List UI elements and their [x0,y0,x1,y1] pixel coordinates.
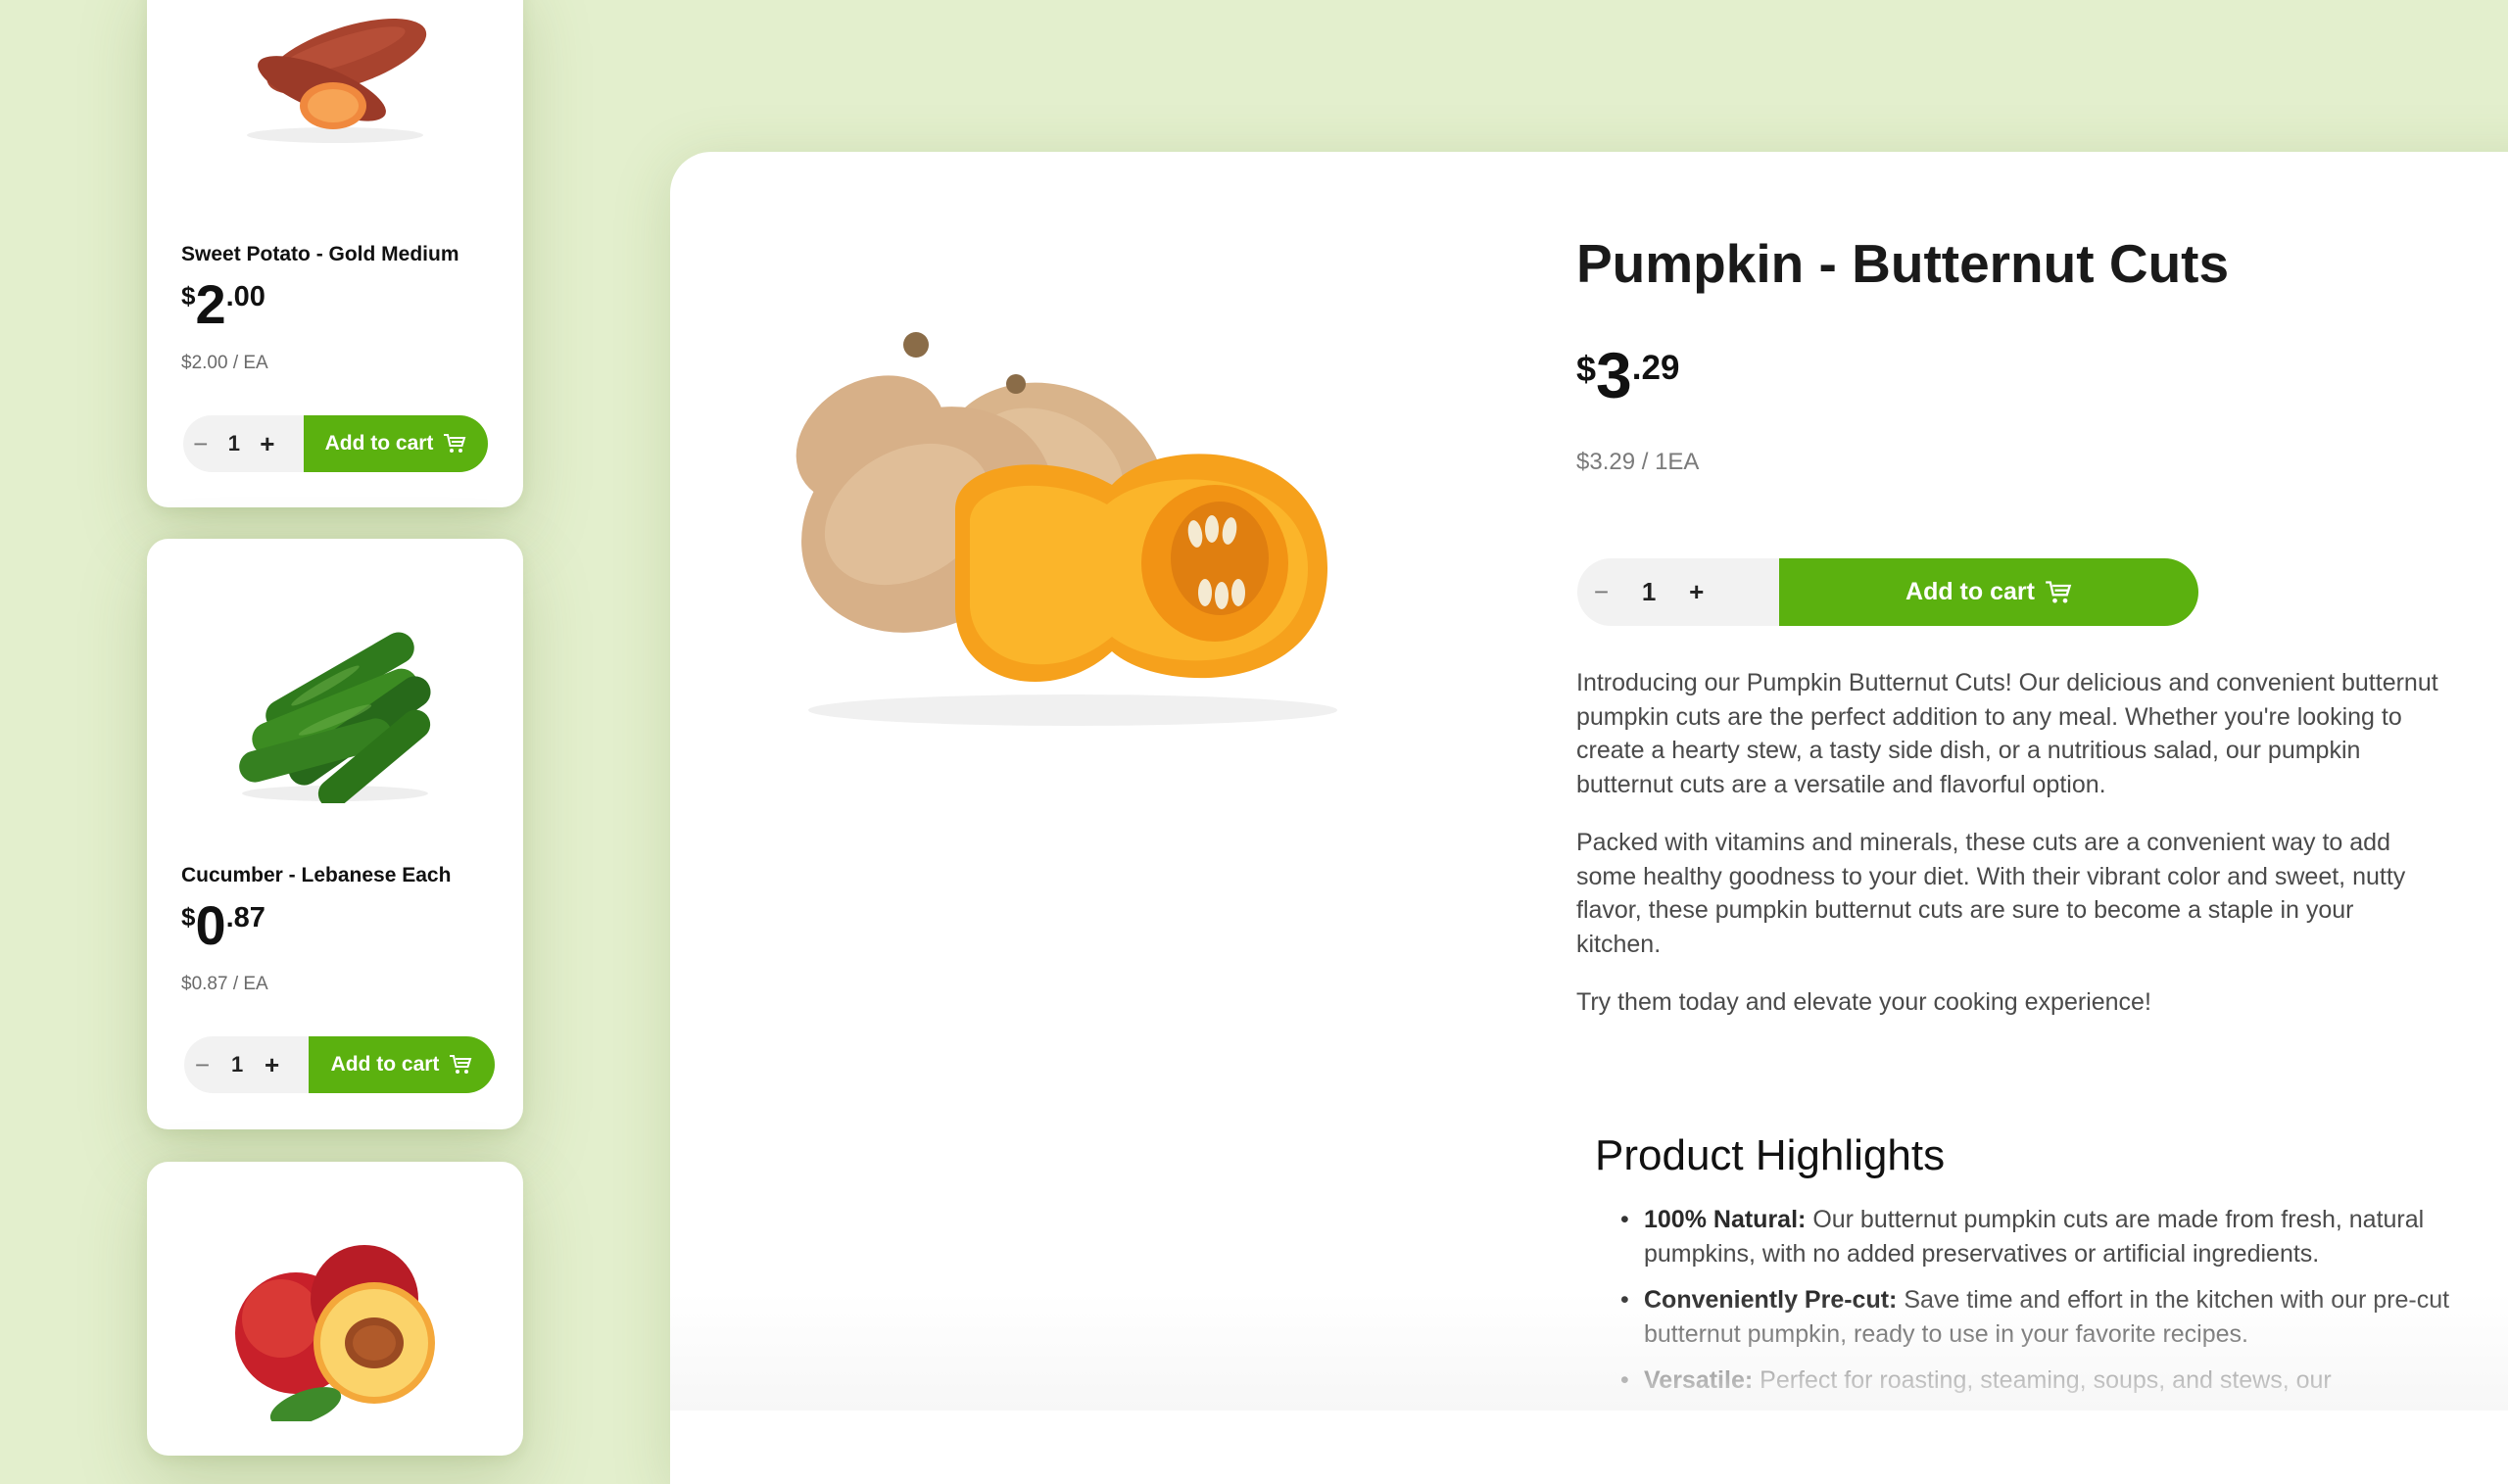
unit-price: $2.00 / EA [181,353,268,373]
product-name[interactable]: Cucumber - Lebanese Each [181,864,451,887]
product-description-paragraph: Try them today and elevate your cooking … [1576,988,2151,1016]
highlight-item: Versatile: Perfect for roasting, steamin… [1620,1364,2496,1398]
product-title: Pumpkin - Butternut Cuts [1576,233,2230,294]
plus-icon[interactable]: + [260,429,274,459]
product-name[interactable]: Sweet Potato - Gold Medium [181,243,459,266]
quantity-value[interactable]: 1 [228,431,240,456]
product-card-sweet-potato[interactable]: Sweet Potato - Gold Medium $2.00 $2.00 /… [147,0,523,507]
product-card-cucumber[interactable]: Cucumber - Lebanese Each $0.87 $0.87 / E… [147,539,523,1129]
product-price: $0.87 [181,894,265,956]
product-price: $3.29 [1576,339,1680,411]
cart-icon [450,1055,472,1074]
minus-icon[interactable]: − [195,1050,210,1080]
plus-icon[interactable]: + [1689,577,1704,607]
highlights-list: 100% Natural: Our butternut pumpkin cuts… [1595,1203,2496,1411]
product-description-paragraph: Packed with vitamins and minerals, these… [1576,829,2406,958]
quantity-value[interactable]: 1 [1642,577,1656,607]
product-description-paragraph: Introducing our Pumpkin Butternut Cuts! … [1576,669,2438,798]
add-to-cart-button[interactable]: Add to cart [304,415,488,472]
unit-price: $0.87 / EA [181,974,268,994]
cart-icon [2046,580,2072,602]
cart-icon [444,434,466,453]
add-to-cart-button[interactable]: Add to cart [309,1036,495,1093]
sweet-potato-image[interactable] [147,0,523,147]
product-price: $2.00 [181,273,265,335]
quantity-stepper[interactable]: − 1 + [1577,558,1803,626]
quantity-value[interactable]: 1 [231,1052,243,1077]
highlights-heading: Product Highlights [1595,1131,1946,1179]
minus-icon[interactable]: − [193,429,208,459]
minus-icon[interactable]: − [1594,577,1609,607]
product-card-peach[interactable] [147,1162,523,1456]
plus-icon[interactable]: + [265,1050,279,1080]
unit-price: $3.29 / 1EA [1576,449,1700,475]
highlight-item: 100% Natural: Our butternut pumpkin cuts… [1620,1203,2496,1270]
highlight-item: Conveniently Pre-cut: Save time and effo… [1620,1283,2496,1351]
cucumber-image[interactable] [147,598,523,803]
product-image [759,313,1376,735]
peach-image[interactable] [147,1235,523,1421]
add-to-cart-button[interactable]: Add to cart [1779,558,2198,626]
